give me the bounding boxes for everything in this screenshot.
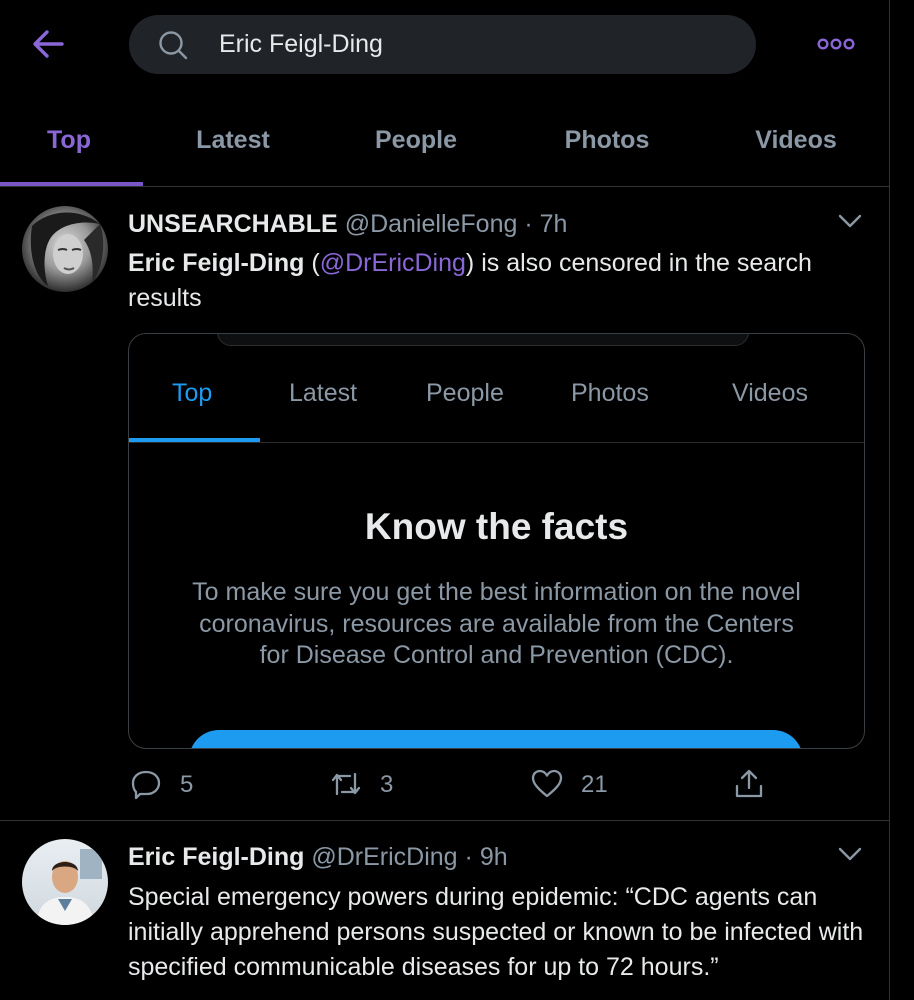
column-border <box>889 0 890 1000</box>
tweet-text-bold: Eric Feigl-Ding <box>128 249 305 277</box>
embedded-tab-top: Top <box>172 379 213 407</box>
reply-count: 5 <box>180 771 194 798</box>
tweet-text-part: ( <box>304 249 320 277</box>
embedded-tab-videos: Videos <box>732 379 808 407</box>
embedded-cta-button <box>189 730 803 748</box>
more-dots-icon <box>817 38 855 50</box>
embedded-tab-people: People <box>426 379 504 407</box>
tweet-text: Special emergency powers during epidemic… <box>128 883 864 981</box>
heart-icon <box>531 769 563 798</box>
tweet-divider <box>0 820 889 821</box>
tweet-text: Eric Feigl-Ding (@DrEricDing) is also ce… <box>128 246 868 316</box>
avatar-image <box>36 849 102 925</box>
mention-link[interactable]: @DrEricDing <box>320 249 466 277</box>
handle[interactable]: @DanielleFong <box>345 210 518 238</box>
search-icon <box>159 31 188 60</box>
search-tabs: Top Latest People Photos Videos <box>0 100 889 186</box>
search-bar[interactable]: Eric Feigl-Ding <box>129 15 756 74</box>
avatar[interactable] <box>22 206 108 292</box>
embedded-divider <box>129 442 864 443</box>
tab-videos[interactable]: Videos <box>726 100 866 180</box>
tab-people[interactable]: People <box>346 100 486 180</box>
chevron-down-icon[interactable] <box>837 845 863 863</box>
timestamp[interactable]: · 7h <box>524 210 567 238</box>
tab-top[interactable]: Top <box>0 100 138 180</box>
tab-latest[interactable]: Latest <box>163 100 303 180</box>
tabs-divider <box>0 186 889 187</box>
display-name[interactable]: Eric Feigl-Ding <box>128 843 304 871</box>
timestamp[interactable]: · 9h <box>465 843 508 871</box>
handle[interactable]: @DrEricDing <box>311 843 457 871</box>
embedded-tab-latest: Latest <box>289 379 358 407</box>
search-input[interactable]: Eric Feigl-Ding <box>219 15 383 74</box>
embedded-description: To make sure you get the best informatio… <box>192 578 801 669</box>
display-name[interactable]: UNSEARCHABLE <box>128 210 338 238</box>
avatar-image <box>30 212 104 286</box>
reply-icon <box>131 770 161 800</box>
embedded-search-bar <box>217 334 749 346</box>
retweet-icon <box>331 772 361 796</box>
embedded-tab-photos: Photos <box>571 379 649 407</box>
more-options-button[interactable] <box>816 36 856 52</box>
avatar[interactable] <box>22 839 108 925</box>
chevron-down-icon[interactable] <box>837 212 863 230</box>
arrow-left-icon <box>33 30 64 58</box>
tweet-header: Eric Feigl-Ding @DrEricDing · 9h <box>128 843 508 872</box>
back-button[interactable] <box>28 26 68 62</box>
embedded-title: Know the facts <box>364 506 629 547</box>
tweet-header: UNSEARCHABLE @DanielleFong · 7h <box>128 210 567 239</box>
tab-photos[interactable]: Photos <box>537 100 677 180</box>
retweet-count: 3 <box>380 771 394 798</box>
like-count: 21 <box>581 771 608 798</box>
embedded-image[interactable]: Top Latest People Photos Videos Know the… <box>128 333 865 749</box>
share-icon <box>735 769 763 798</box>
